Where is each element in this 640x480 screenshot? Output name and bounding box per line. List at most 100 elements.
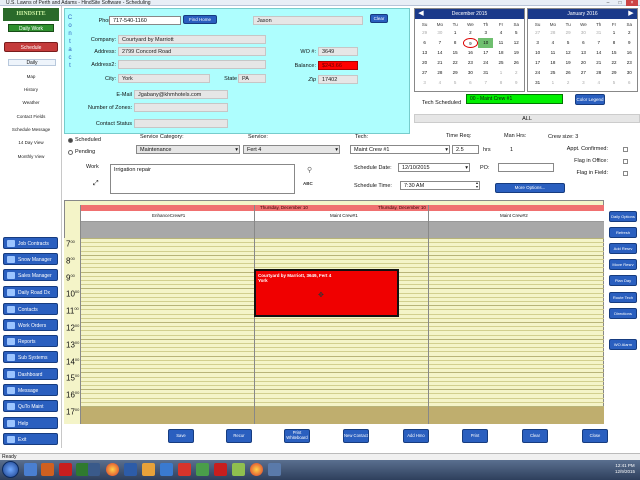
move-reservation-button[interactable]: Move Resrv — [609, 259, 637, 270]
calendar-day[interactable]: 11 — [545, 48, 560, 58]
calendar-day[interactable]: 31 — [530, 78, 545, 88]
job-contracts-button[interactable]: Job Contracts — [3, 237, 58, 249]
schedule-time-field[interactable]: 7:30 AM ▴ ▾ — [400, 181, 480, 190]
calendar-day[interactable]: 6 — [463, 78, 478, 88]
daily-options-button[interactable]: Daily Options — [609, 211, 637, 222]
time-spinner-icon[interactable]: ▴ ▾ — [476, 181, 478, 189]
appointment-block[interactable]: Courtyard by Marriott, 3649, Fert 4 York — [254, 269, 399, 317]
calendar-day[interactable]: 9 — [462, 38, 479, 48]
snow-manager-button[interactable]: Snow Manager — [3, 253, 58, 265]
exit-button[interactable]: Exit — [3, 433, 58, 445]
contact-name-field[interactable]: Jason — [253, 16, 363, 25]
dashboard-button[interactable]: Dashboard — [3, 368, 58, 380]
calendar-day[interactable]: 3 — [576, 78, 591, 88]
company-field[interactable]: Courtyard by Marriott — [118, 35, 266, 44]
wo-alarm-button[interactable]: WO Alarm — [609, 339, 637, 350]
schedule-button[interactable]: Schedule — [4, 42, 58, 52]
calendar-day[interactable]: 31 — [478, 68, 493, 78]
powerpoint-icon[interactable] — [178, 463, 191, 476]
service-category-select[interactable]: Maintenance ▾ — [136, 145, 240, 154]
sidebar-link-map[interactable]: Map — [0, 74, 62, 79]
calendar-day[interactable]: 26 — [561, 68, 576, 78]
close-window-button[interactable]: × — [626, 0, 638, 6]
calendar-day[interactable]: 9 — [509, 78, 524, 88]
reports-button[interactable]: Reports — [3, 335, 58, 347]
calendar-day[interactable]: 5 — [561, 38, 576, 48]
calendar-day[interactable]: 2 — [463, 28, 478, 38]
calendar-day[interactable]: 26 — [509, 58, 524, 68]
calendar-day[interactable]: 17 — [530, 58, 545, 68]
route-tech-button[interactable]: Route Tech — [609, 292, 637, 303]
acrobat-icon[interactable] — [214, 463, 227, 476]
sidebar-link-contact-fields[interactable]: Contact Fields — [0, 114, 62, 119]
calendar-day[interactable]: 13 — [576, 48, 591, 58]
calendar-day[interactable]: 1 — [493, 68, 508, 78]
calendar-day[interactable]: 15 — [448, 48, 463, 58]
calendar-day[interactable]: 30 — [463, 68, 478, 78]
service-select[interactable]: Fert 4 ▾ — [243, 145, 340, 154]
calendar-day[interactable]: 28 — [591, 68, 606, 78]
calendar-day[interactable]: 16 — [622, 48, 637, 58]
calendar-day[interactable]: 30 — [576, 28, 591, 38]
calendar-day[interactable]: 5 — [606, 78, 621, 88]
refresh-button[interactable]: Refresh — [609, 227, 637, 238]
calendar-day[interactable]: 27 — [576, 68, 591, 78]
calendar-day[interactable]: 4 — [432, 78, 447, 88]
more-options-button[interactable]: More Options... — [495, 183, 565, 193]
spellcheck-icon[interactable]: ABC — [303, 181, 313, 186]
calendar-day[interactable]: 19 — [509, 48, 524, 58]
calendar-day[interactable]: 22 — [448, 58, 463, 68]
sales-manager-button[interactable]: Sales Manager — [3, 269, 58, 281]
expand-icon[interactable]: ⤢ — [93, 180, 99, 188]
flag-field-checkbox[interactable] — [623, 171, 628, 176]
print-button[interactable]: Print — [462, 429, 488, 443]
calendar-day[interactable]: 14 — [591, 48, 606, 58]
daily-view-button[interactable]: Daily — [8, 59, 56, 66]
calendar-day[interactable]: 6 — [622, 78, 637, 88]
calendar-day[interactable]: 11 — [493, 38, 508, 48]
calendar-day[interactable]: 19 — [561, 58, 576, 68]
calendar-day[interactable]: 4 — [545, 38, 560, 48]
maximize-button[interactable]: □ — [614, 0, 626, 6]
address-field[interactable]: 2799 Concord Road — [118, 47, 266, 56]
app-icon[interactable] — [232, 463, 245, 476]
sidebar-link-schedule-message[interactable]: Schedule Message — [0, 127, 62, 132]
calendar-day[interactable]: 27 — [530, 28, 545, 38]
calendar-day[interactable]: 24 — [530, 68, 545, 78]
message-button[interactable]: Message — [3, 384, 58, 396]
sidebar-link-monthly-view[interactable]: Monthly View — [0, 154, 62, 159]
calendar-day[interactable]: 3 — [530, 38, 545, 48]
daily-work-button[interactable]: Daily Work — [8, 24, 54, 32]
calendar-day[interactable]: 1 — [448, 28, 463, 38]
calendar-december[interactable]: ◀ December 2015 Su Mo Tu We Th Fr Sa 29 30 1 2 3 4 5 6… — [414, 8, 525, 92]
calendar-day[interactable]: 23 — [463, 58, 478, 68]
calendar-day[interactable]: 1 — [606, 28, 621, 38]
daily-road-button[interactable]: Daily Road Dx — [3, 286, 58, 298]
search-icon[interactable]: ⚲ — [307, 166, 312, 174]
appt-confirmed-checkbox[interactable] — [623, 147, 628, 152]
app-icon[interactable] — [196, 463, 209, 476]
calendar-day[interactable]: 10 — [478, 38, 494, 48]
sidebar-link-14-day-view[interactable]: 14 Day View — [0, 140, 62, 145]
calendar-day[interactable]: 5 — [448, 78, 463, 88]
calendar-day[interactable]: 12 — [561, 48, 576, 58]
calendar-day[interactable]: 8 — [606, 38, 621, 48]
sidebar-link-history[interactable]: History — [0, 87, 62, 92]
new-contact-button[interactable]: New Contact — [343, 429, 369, 443]
calendar-day[interactable]: 20 — [417, 58, 432, 68]
print-whiteboard-button[interactable]: Print Whiteboard — [284, 429, 310, 443]
recur-button[interactable]: Recur — [226, 429, 252, 443]
calendar-day[interactable]: 24 — [478, 58, 493, 68]
chrome-icon[interactable] — [250, 463, 263, 476]
calendar-day[interactable]: 29 — [417, 28, 432, 38]
calendar-day[interactable]: 5 — [509, 28, 524, 38]
flag-office-checkbox[interactable] — [623, 159, 628, 164]
work-description-textarea[interactable]: Irrigation repair — [110, 164, 295, 194]
calendar-day[interactable]: 12 — [509, 38, 524, 48]
explorer-icon[interactable] — [24, 463, 37, 476]
calendar-dropdown-icon[interactable]: ▾ — [465, 164, 468, 172]
sidebar-link-weather[interactable]: Weather — [0, 100, 62, 105]
state-field[interactable]: PA — [238, 74, 266, 83]
calendar-day[interactable]: 8 — [493, 78, 508, 88]
calendar-day[interactable]: 28 — [545, 28, 560, 38]
